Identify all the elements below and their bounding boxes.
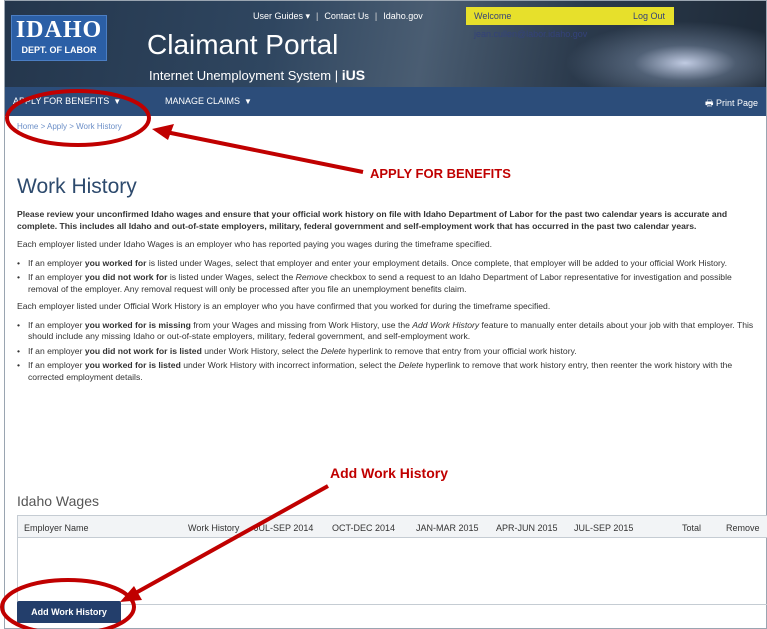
nav-apply-for-benefits[interactable]: APPLY FOR BENEFITS ▼ — [13, 96, 121, 106]
portal-frame: IDAHO DEPT. OF LABOR Claimant Portal Int… — [4, 0, 767, 629]
apply-annotation-label: APPLY FOR BENEFITS — [370, 166, 511, 181]
history-bullets: If an employer you worked for is missing… — [17, 320, 762, 384]
list-item: If an employer you worked for is missing… — [17, 320, 762, 343]
util-separator: | — [316, 11, 319, 21]
print-page-label: Print Page — [715, 98, 758, 108]
printer-icon: 🖶 — [704, 98, 714, 108]
contact-us-link[interactable]: Contact Us — [324, 11, 369, 21]
wages-explanation: Each employer listed under Idaho Wages i… — [17, 239, 492, 249]
add-annotation-label: Add Work History — [330, 465, 448, 481]
ius-mark: iUS — [341, 67, 366, 83]
instructions: Please review your unconfirmed Idaho wag… — [17, 209, 762, 389]
col-work-history: Work History — [188, 523, 240, 533]
portal-subtitle-text: Internet Unemployment System | — [149, 68, 339, 83]
portal-header: IDAHO DEPT. OF LABOR Claimant Portal Int… — [5, 1, 766, 87]
portal-title: Claimant Portal — [147, 29, 339, 60]
idaho-gov-link[interactable]: Idaho.gov — [383, 11, 423, 21]
logout-button[interactable]: Log Out — [624, 7, 674, 25]
col-jan-mar-2015: JAN-MAR 2015 — [416, 523, 479, 533]
add-work-history-button[interactable]: Add Work History — [17, 601, 121, 623]
list-item: If an employer you worked for is listed … — [17, 360, 762, 383]
col-remove: Remove — [726, 523, 760, 533]
col-oct-dec-2014: OCT-DEC 2014 — [332, 523, 396, 533]
wages-bullets: If an employer you worked for is listed … — [17, 258, 762, 296]
idaho-dol-logo[interactable]: IDAHO DEPT. OF LABOR — [11, 15, 107, 61]
main-nav: APPLY FOR BENEFITS ▼ MANAGE CLAIMS ▼ 🖶 Pri… — [5, 87, 766, 116]
breadcrumb[interactable]: Home > Apply > Work History — [17, 122, 122, 131]
col-apr-jun-2015: APR-JUN 2015 — [496, 523, 558, 533]
col-total: Total — [682, 523, 702, 533]
chevron-down-icon: ▼ — [113, 97, 122, 106]
print-page-link[interactable]: 🖶 Print Page — [705, 96, 758, 112]
header-background-image — [565, 21, 765, 87]
list-item: If an employer you did not work for is l… — [17, 272, 762, 295]
history-explanation: Each employer listed under Official Work… — [17, 301, 551, 311]
logo-subtitle: DEPT. OF LABOR — [21, 45, 97, 55]
page-title: Work History — [17, 175, 137, 198]
chevron-down-icon: ▼ — [244, 97, 252, 106]
list-item: If an employer you did not work for is l… — [17, 346, 762, 358]
list-item: If an employer you worked for is listed … — [17, 258, 762, 270]
welcome-user: Welcome jean.cullen@labor.idaho.gov — [466, 7, 624, 39]
col-employer-name: Employer Name — [24, 523, 89, 533]
nav-apply-label: APPLY FOR BENEFITS — [13, 96, 110, 106]
utility-links: User Guides ▾ | Contact Us | Idaho.gov — [253, 7, 423, 25]
util-separator: | — [374, 11, 378, 21]
table-body — [18, 538, 767, 604]
nav-manage-label: MANAGE CLAIMS — [165, 96, 241, 106]
portal-subtitle: Internet Unemployment System | iUS — [149, 67, 365, 83]
col-jul-sep-2015: JUL-SEP 2015 — [574, 523, 634, 533]
user-guides-link[interactable]: User Guides ▾ — [253, 11, 310, 22]
nav-manage-claims[interactable]: MANAGE CLAIMS ▼ — [165, 96, 252, 106]
idaho-wages-table: Employer Name Work History JUL-SEP 2014 … — [17, 515, 767, 605]
intro-text: Please review your unconfirmed Idaho wag… — [17, 209, 728, 231]
table-header-row: Employer Name Work History JUL-SEP 2014 … — [18, 516, 767, 538]
logo-wordmark: IDAHO — [15, 17, 103, 43]
col-jul-sep-2014: JUL-SEP 2014 — [254, 523, 314, 533]
idaho-wages-title: Idaho Wages — [17, 493, 99, 509]
